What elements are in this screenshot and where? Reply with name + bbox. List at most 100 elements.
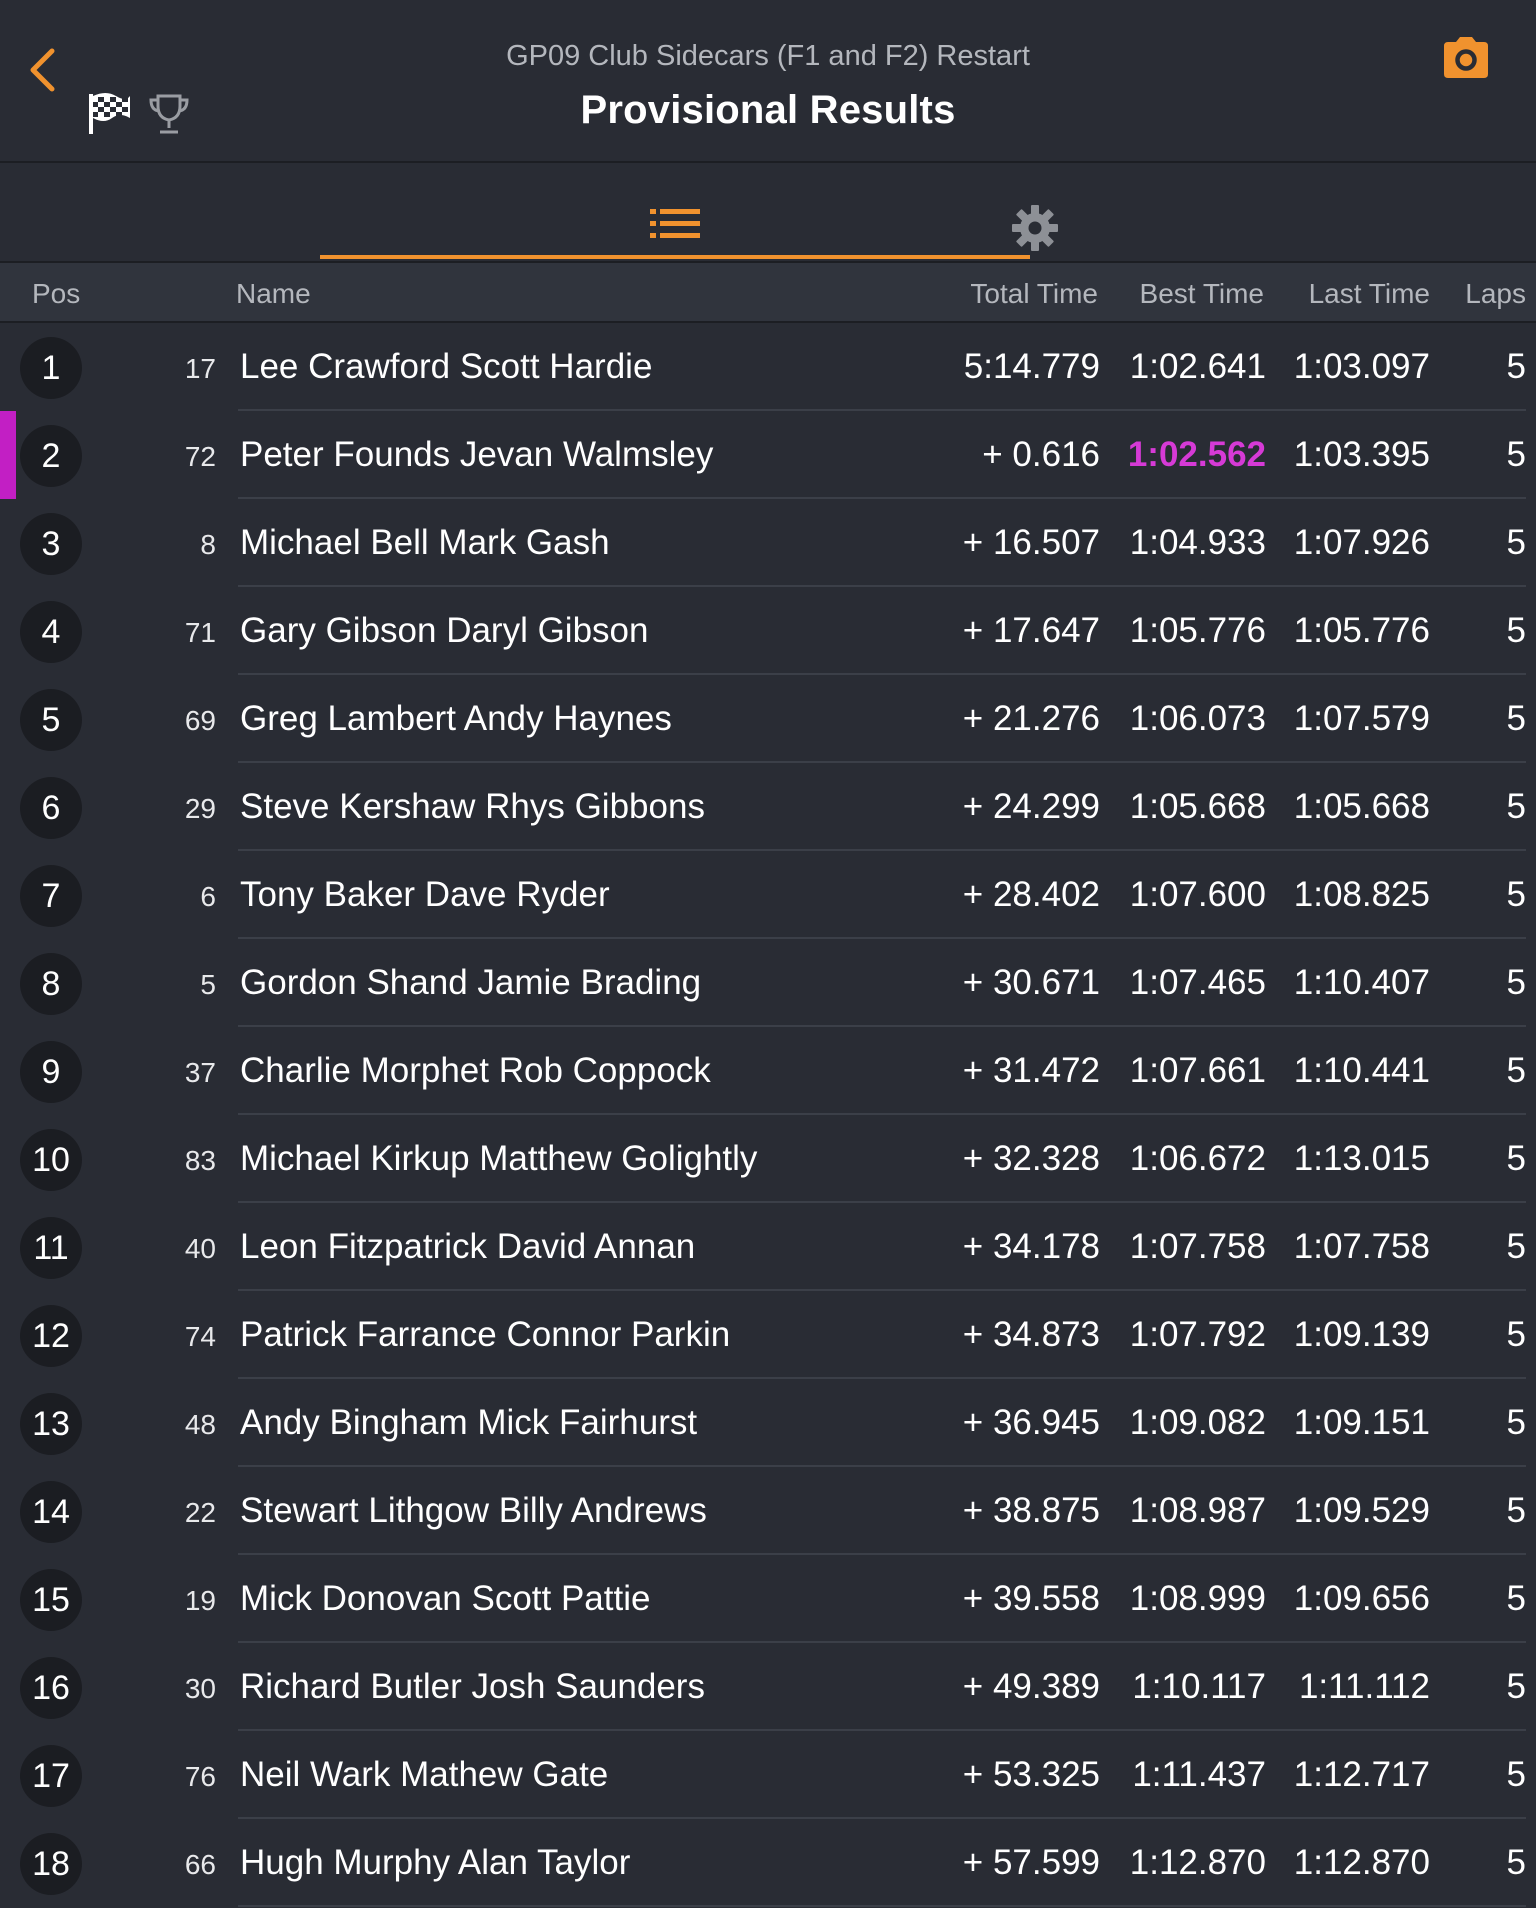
table-row[interactable]: 11 40 Leon Fitzpatrick David Annan + 34.178…	[0, 1203, 1536, 1291]
results-column-header: Pos Name Total Time Best Time Last Time …	[0, 263, 1536, 323]
rider-names: Mick Donovan Scott Pattie	[240, 1579, 651, 1618]
last-time: 1:09.656	[1293, 1579, 1430, 1618]
laps-count: 5	[1506, 347, 1526, 386]
table-row[interactable]: 12 74 Patrick Farrance Connor Parkin + 34.8…	[0, 1291, 1536, 1379]
last-time: 1:10.441	[1293, 1051, 1430, 1090]
camera-icon[interactable]	[1440, 36, 1492, 80]
list-icon	[650, 209, 700, 238]
total-time: + 0.616	[982, 435, 1100, 474]
results-table: 1 17 Lee Crawford Scott Hardie 5:14.779 1:02…	[0, 323, 1536, 1907]
best-time: 1:05.776	[1129, 611, 1266, 650]
table-row[interactable]: 10 83 Michael Kirkup Matthew Golightly + 32…	[0, 1115, 1536, 1203]
total-time: + 49.389	[962, 1667, 1100, 1706]
table-row[interactable]: 6 29 Steve Kershaw Rhys Gibbons + 24.299 1:0…	[0, 763, 1536, 851]
laps-count: 5	[1506, 1315, 1526, 1354]
table-row[interactable]: 17 76 Neil Wark Mathew Gate + 53.325 1:11.43…	[0, 1731, 1536, 1819]
rider-names: Neil Wark Mathew Gate	[240, 1755, 609, 1794]
table-row[interactable]: 2 72 Peter Founds Jevan Walmsley + 0.616 1:0…	[0, 411, 1536, 499]
position-badge: 1	[20, 337, 82, 399]
column-pos[interactable]: Pos	[32, 278, 80, 310]
race-number: 37	[184, 1057, 216, 1088]
table-row[interactable]: 8 5 Gordon Shand Jamie Brading + 30.671 1:07…	[0, 939, 1536, 1027]
column-total-time[interactable]: Total Time	[970, 278, 1098, 310]
best-time: 1:12.870	[1129, 1843, 1266, 1882]
total-time: + 39.558	[962, 1579, 1100, 1618]
race-number: 40	[184, 1233, 216, 1264]
position-badge: 15	[20, 1569, 82, 1631]
position-badge: 16	[20, 1657, 82, 1719]
race-number: 29	[184, 793, 216, 824]
position-badge: 4	[20, 601, 82, 663]
fastest-lap-marker	[0, 411, 16, 499]
laps-count: 5	[1506, 875, 1526, 914]
rider-names: Richard Butler Josh Saunders	[240, 1667, 705, 1706]
laps-count: 5	[1506, 1755, 1526, 1794]
table-row[interactable]: 18 66 Hugh Murphy Alan Taylor + 57.599 1:12.…	[0, 1819, 1536, 1907]
rider-names: Gary Gibson Daryl Gibson	[240, 611, 649, 650]
total-time: + 17.647	[962, 611, 1100, 650]
gear-icon[interactable]	[1010, 203, 1060, 253]
table-row[interactable]: 14 22 Stewart Lithgow Billy Andrews + 38.87…	[0, 1467, 1536, 1555]
rider-names: Steve Kershaw Rhys Gibbons	[240, 787, 705, 826]
last-time: 1:03.395	[1293, 435, 1430, 474]
table-row[interactable]: 16 30 Richard Butler Josh Saunders + 49.389…	[0, 1643, 1536, 1731]
position-badge: 5	[20, 689, 82, 751]
rider-names: Hugh Murphy Alan Taylor	[240, 1843, 631, 1882]
column-name[interactable]: Name	[236, 278, 311, 310]
best-time: 1:11.437	[1132, 1755, 1266, 1794]
column-last-time[interactable]: Last Time	[1309, 278, 1430, 310]
laps-count: 5	[1506, 1051, 1526, 1090]
position-badge: 10	[20, 1129, 82, 1191]
rider-names: Charlie Morphet Rob Coppock	[240, 1051, 711, 1090]
table-row[interactable]: 7 6 Tony Baker Dave Ryder + 28.402 1:07.600 1…	[0, 851, 1536, 939]
tab-results-list[interactable]	[320, 163, 1030, 261]
total-time: + 34.178	[962, 1227, 1100, 1266]
table-row[interactable]: 3 8 Michael Bell Mark Gash + 16.507 1:04.933…	[0, 499, 1536, 587]
race-number: 69	[184, 705, 216, 736]
laps-count: 5	[1506, 1667, 1526, 1706]
table-row[interactable]: 9 37 Charlie Morphet Rob Coppock + 31.472 1:…	[0, 1027, 1536, 1115]
position-badge: 13	[20, 1393, 82, 1455]
table-row[interactable]: 5 69 Greg Lambert Andy Haynes + 21.276 1:06.…	[0, 675, 1536, 763]
total-time: + 36.945	[962, 1403, 1100, 1442]
race-number: 71	[184, 617, 216, 648]
position-badge: 2	[20, 425, 82, 487]
tab-bar	[0, 163, 1536, 263]
laps-count: 5	[1506, 1491, 1526, 1530]
race-number: 66	[184, 1849, 216, 1880]
table-row[interactable]: 15 19 Mick Donovan Scott Pattie + 39.558 1:0…	[0, 1555, 1536, 1643]
column-laps[interactable]: Laps	[1465, 278, 1526, 310]
last-time: 1:07.579	[1293, 699, 1430, 738]
laps-count: 5	[1506, 787, 1526, 826]
rider-names: Gordon Shand Jamie Brading	[240, 963, 702, 1002]
laps-count: 5	[1506, 1579, 1526, 1618]
table-row[interactable]: 4 71 Gary Gibson Daryl Gibson + 17.647 1:05.…	[0, 587, 1536, 675]
table-row[interactable]: 13 48 Andy Bingham Mick Fairhurst + 36.945 1…	[0, 1379, 1536, 1467]
column-best-time[interactable]: Best Time	[1140, 278, 1264, 310]
race-number: 72	[184, 441, 216, 472]
position-badge: 6	[20, 777, 82, 839]
last-time: 1:09.139	[1293, 1315, 1430, 1354]
position-badge: 18	[20, 1833, 82, 1895]
best-time: 1:07.758	[1129, 1227, 1266, 1266]
laps-count: 5	[1506, 1227, 1526, 1266]
laps-count: 5	[1506, 1139, 1526, 1178]
last-time: 1:07.926	[1293, 523, 1430, 562]
position-badge: 9	[20, 1041, 82, 1103]
total-time: + 38.875	[962, 1491, 1100, 1530]
position-badge: 11	[20, 1217, 82, 1279]
rider-names: Stewart Lithgow Billy Andrews	[240, 1491, 707, 1530]
total-time: + 21.276	[962, 699, 1100, 738]
table-row[interactable]: 1 17 Lee Crawford Scott Hardie 5:14.779 1:02…	[0, 323, 1536, 411]
total-time: + 57.599	[962, 1843, 1100, 1882]
rider-names: Patrick Farrance Connor Parkin	[240, 1315, 731, 1354]
position-badge: 12	[20, 1305, 82, 1367]
last-time: 1:09.529	[1293, 1491, 1430, 1530]
rider-names: Greg Lambert Andy Haynes	[240, 699, 672, 738]
last-time: 1:11.112	[1298, 1667, 1430, 1706]
last-time: 1:09.151	[1293, 1403, 1430, 1442]
best-time: 1:07.661	[1129, 1051, 1266, 1090]
best-time: 1:08.999	[1129, 1579, 1266, 1618]
race-number: 5	[200, 969, 216, 1000]
rider-names: Andy Bingham Mick Fairhurst	[240, 1403, 698, 1442]
